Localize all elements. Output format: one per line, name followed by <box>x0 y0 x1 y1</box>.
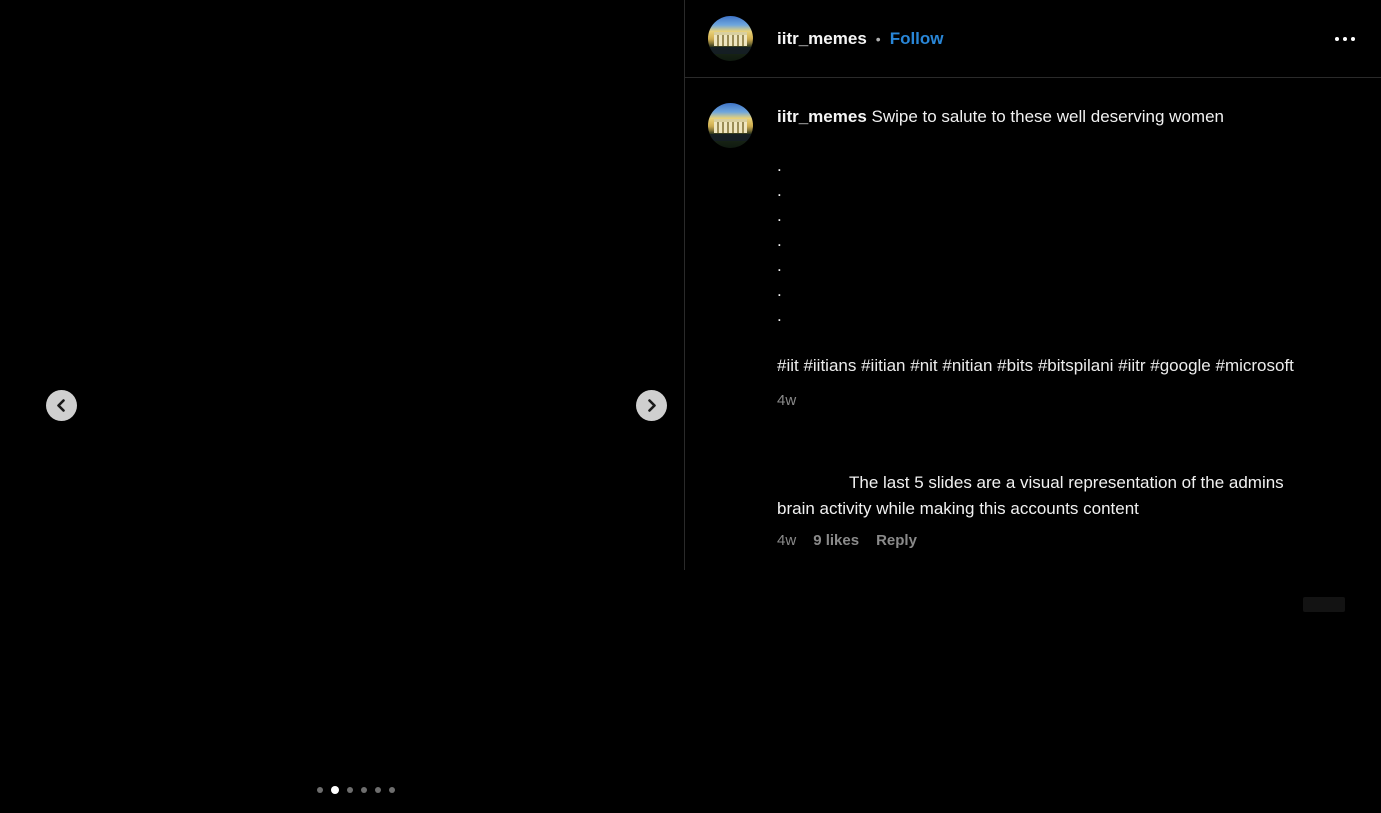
carousel-dot[interactable] <box>347 787 353 793</box>
avatar[interactable] <box>708 16 753 61</box>
avatar-building-image <box>714 32 747 46</box>
dot-line: . <box>777 181 1317 206</box>
carousel-dot-indicators <box>317 786 395 794</box>
carousel-dot[interactable] <box>389 787 395 793</box>
caption-hashtags[interactable]: #iit #iitians #iitian #nit #nitian #bits… <box>777 353 1307 379</box>
chevron-left-icon <box>55 399 68 412</box>
faint-artifact <box>1303 597 1345 612</box>
carousel-dot[interactable] <box>375 787 381 793</box>
media-carousel <box>0 0 684 813</box>
follow-button[interactable]: Follow <box>890 29 944 49</box>
dot-line: . <box>777 306 1317 331</box>
caption-username-link[interactable]: iitr_memes <box>777 107 867 126</box>
carousel-dot[interactable] <box>317 787 323 793</box>
avatar[interactable] <box>708 103 753 148</box>
post-header: iitr_memes • Follow <box>685 0 1381 78</box>
dot-line: . <box>777 156 1317 181</box>
instagram-post-view: iitr_memes • Follow iitr_memes Swipe to … <box>0 0 1381 813</box>
comment-timestamp: 4w <box>777 532 796 549</box>
comment: The last 5 slides are a visual represent… <box>777 470 1317 549</box>
post-timestamp: 4w <box>777 392 1317 409</box>
more-options-button[interactable] <box>1331 33 1359 45</box>
dot-icon <box>1335 37 1339 41</box>
carousel-prev-button[interactable] <box>46 390 77 421</box>
avatar-banner <box>710 134 751 141</box>
avatar-banner <box>710 47 751 54</box>
dot-line: . <box>777 206 1317 231</box>
separator-dot: • <box>876 31 881 47</box>
comment-likes-button[interactable]: 9 likes <box>813 532 859 549</box>
dot-line: . <box>777 231 1317 256</box>
carousel-dot-active[interactable] <box>331 786 339 794</box>
avatar-building-image <box>714 119 747 133</box>
carousel-next-button[interactable] <box>636 390 667 421</box>
carousel-dot[interactable] <box>361 787 367 793</box>
comment-meta-row: 4w 9 likes Reply <box>777 532 1317 549</box>
comment-text: The last 5 slides are a visual represent… <box>777 470 1307 522</box>
caption-text: iitr_memes Swipe to salute to these well… <box>777 104 1317 130</box>
dot-icon <box>1343 37 1347 41</box>
dot-line: . <box>777 256 1317 281</box>
dot-icon <box>1351 37 1355 41</box>
post-detail-panel: iitr_memes • Follow iitr_memes Swipe to … <box>684 0 1381 570</box>
caption-dot-lines: . . . . . . . <box>777 156 1317 331</box>
comment-reply-button[interactable]: Reply <box>876 532 917 549</box>
caption-block: iitr_memes Swipe to salute to these well… <box>777 104 1317 409</box>
chevron-right-icon <box>645 399 658 412</box>
username-link[interactable]: iitr_memes <box>777 29 867 49</box>
dot-line: . <box>777 281 1317 306</box>
caption-body: Swipe to salute to these well deserving … <box>867 107 1224 126</box>
